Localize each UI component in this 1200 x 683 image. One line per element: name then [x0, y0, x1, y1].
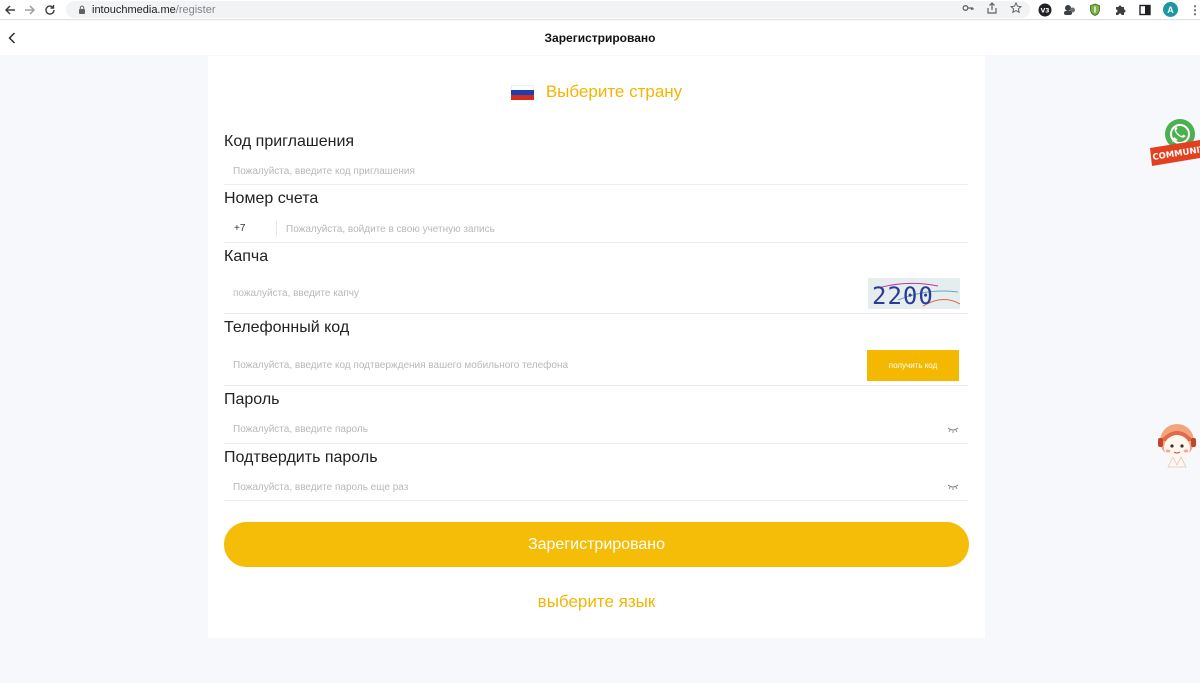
country-select-label: Выберите страну	[545, 82, 683, 101]
language-select-link[interactable]: выберите язык	[208, 592, 985, 612]
captcha-input[interactable]	[224, 288, 868, 299]
russia-flag-icon	[510, 84, 534, 100]
back-button[interactable]	[4, 29, 20, 47]
page-title: Зарегистрировано	[544, 31, 656, 45]
account-number-row: +7	[224, 216, 968, 243]
confirm-password-input[interactable]	[224, 481, 947, 493]
bookmark-star-icon[interactable]	[1010, 2, 1022, 14]
side-panel-icon[interactable]	[1138, 3, 1152, 17]
register-button[interactable]: Зарегистрировано	[224, 522, 969, 567]
share-icon[interactable]	[986, 2, 998, 14]
vpn-extension-icon[interactable]: V3	[1038, 3, 1052, 17]
captcha-label: Капча	[224, 248, 269, 265]
registration-form: Выберите страну Код приглашения Номер сч…	[208, 56, 985, 638]
password-input[interactable]	[224, 424, 947, 435]
account-number-label: Номер счета	[224, 190, 319, 207]
people-extension-icon[interactable]	[1063, 3, 1077, 17]
community-widget[interactable]: COMMUNITY	[1150, 118, 1200, 172]
invite-code-label: Код приглашения	[224, 133, 355, 150]
account-number-input[interactable]	[277, 223, 968, 235]
puzzle-extensions-icon[interactable]	[1113, 3, 1127, 17]
ext-badge-text: V3	[1041, 7, 1050, 14]
invite-code-row	[224, 158, 968, 185]
password-row	[224, 416, 968, 444]
lock-icon	[79, 5, 85, 14]
eye-closed-icon[interactable]	[947, 483, 959, 491]
country-code-prefix[interactable]: +7	[224, 221, 277, 237]
eye-closed-icon[interactable]	[947, 426, 959, 434]
captcha-row: 2200	[224, 274, 968, 314]
key-icon[interactable]	[962, 2, 974, 14]
shield-extension-icon[interactable]	[1088, 3, 1102, 17]
address-bar[interactable]: intouchmedia.me/register	[66, 1, 1030, 18]
forward-arrow-icon[interactable]	[20, 0, 40, 20]
chevron-left-icon	[8, 32, 15, 44]
more-menu-icon[interactable]: ⋮	[1189, 3, 1200, 17]
reload-icon[interactable]	[40, 0, 60, 20]
phone-code-row: получить код	[224, 345, 968, 386]
invite-code-input[interactable]	[224, 165, 968, 177]
support-mascot-icon[interactable]	[1153, 421, 1200, 471]
confirm-password-label: Подтвердить пароль	[224, 449, 378, 466]
url-host: intouchmedia.me	[92, 3, 176, 16]
back-arrow-icon[interactable]	[0, 0, 20, 20]
url-path: /register	[175, 3, 216, 16]
country-selector[interactable]: Выберите страну	[208, 78, 985, 106]
password-label: Пароль	[224, 391, 280, 408]
profile-avatar[interactable]: A	[1163, 2, 1178, 17]
phone-code-input[interactable]	[224, 359, 867, 371]
get-code-button[interactable]: получить код	[867, 349, 959, 381]
browser-toolbar: intouchmedia.me/register V3 A ⋮	[0, 0, 1200, 20]
phone-code-label: Телефонный код	[224, 319, 350, 336]
captcha-text: 2200	[872, 282, 934, 309]
confirm-password-row	[224, 474, 968, 501]
captcha-image[interactable]: 2200	[868, 278, 960, 309]
app-header: Зарегистрировано	[0, 21, 1200, 55]
